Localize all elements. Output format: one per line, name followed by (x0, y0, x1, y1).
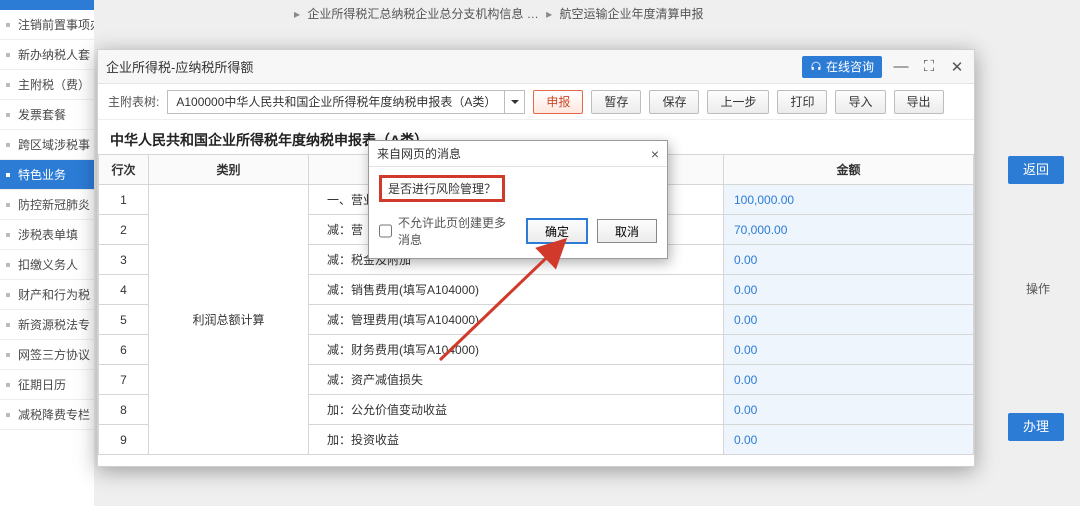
import-button[interactable]: 导入 (835, 90, 885, 114)
sidebar-item-12[interactable]: 征期日历 (0, 370, 94, 400)
suppress-checkbox[interactable]: 不允许此页创建更多消息 (379, 214, 517, 248)
amount-cell[interactable]: 0.00 (724, 305, 974, 335)
amount-cell[interactable]: 100,000.00 (724, 185, 974, 215)
col-header-category: 类别 (149, 155, 309, 185)
breadcrumb-b[interactable]: 航空运输企业年度清算申报 (559, 7, 703, 21)
confirm-dialog: 来自网页的消息 × 是否进行风险管理？ 不允许此页创建更多消息 确定 取消 (368, 140, 668, 259)
stash-button[interactable]: 暂存 (591, 90, 641, 114)
sidebar-item-3[interactable]: 发票套餐 (0, 100, 94, 130)
close-icon[interactable]: ✕ (948, 58, 966, 76)
modal-toolbar: 主附表树: A100000中华人民共和国企业所得税年度纳税申报表（A类） 申报 … (98, 84, 974, 120)
close-icon[interactable]: × (651, 141, 659, 166)
app-root: 注销前置事项办理套餐 新办纳税人套 主附税（费） 发票套餐 跨区域涉税事 特色业… (0, 0, 1080, 506)
suppress-checkbox-input[interactable] (379, 224, 392, 238)
amount-cell[interactable]: 0.00 (724, 275, 974, 305)
sidebar-header-strip (0, 0, 94, 10)
sidebar: 注销前置事项办理套餐 新办纳税人套 主附税（费） 发票套餐 跨区域涉税事 特色业… (0, 0, 94, 506)
headset-icon (810, 61, 822, 73)
sidebar-item-9[interactable]: 财产和行为税 (0, 280, 94, 310)
sidebar-item-1[interactable]: 新办纳税人套 (0, 40, 94, 70)
online-chat-button[interactable]: 在线咨询 (802, 56, 882, 78)
modal-titlebar: 企业所得税-应纳税所得额 在线咨询 — ⛶ ✕ (98, 50, 974, 84)
col-header-amount: 金额 (724, 155, 974, 185)
breadcrumb-a[interactable]: 企业所得税汇总纳税企业总分支机构信息 … (307, 7, 538, 21)
action-header: 操作 (1008, 280, 1068, 297)
amount-cell[interactable]: 0.00 (724, 245, 974, 275)
sidebar-item-8[interactable]: 扣缴义务人 (0, 250, 94, 280)
minimize-icon[interactable]: — (892, 58, 910, 76)
amount-cell[interactable]: 70,000.00 (724, 215, 974, 245)
sidebar-item-13[interactable]: 减税降费专栏 (0, 400, 94, 430)
tree-select[interactable]: A100000中华人民共和国企业所得税年度纳税申报表（A类） (167, 90, 525, 114)
online-chat-label: 在线咨询 (826, 56, 874, 78)
amount-cell[interactable]: 0.00 (724, 395, 974, 425)
amount-cell[interactable]: 0.00 (724, 335, 974, 365)
amount-cell[interactable]: 0.00 (724, 425, 974, 455)
tree-label: 主附表树: (108, 93, 159, 110)
chevron-down-icon (504, 91, 524, 113)
sidebar-item-0[interactable]: 注销前置事项办理套餐 (0, 10, 94, 40)
sidebar-item-11[interactable]: 网签三方协议 (0, 340, 94, 370)
category-cell: 利润总额计算 (149, 185, 309, 455)
export-button[interactable]: 导出 (894, 90, 944, 114)
sidebar-item-2[interactable]: 主附税（费） (0, 70, 94, 100)
ok-button[interactable]: 确定 (527, 219, 587, 243)
maximize-icon[interactable]: ⛶ (920, 58, 938, 76)
back-button[interactable]: 返回 (1008, 156, 1064, 184)
apply-button[interactable]: 申报 (533, 90, 583, 114)
sidebar-item-7[interactable]: 涉税表单填 (0, 220, 94, 250)
modal-title: 企业所得税-应纳税所得额 (106, 57, 253, 76)
amount-cell[interactable]: 0.00 (724, 365, 974, 395)
sidebar-item-6[interactable]: 防控新冠肺炎 (0, 190, 94, 220)
prev-step-button[interactable]: 上一步 (707, 90, 769, 114)
print-button[interactable]: 打印 (777, 90, 827, 114)
right-actions: 返回 操作 办理 (1008, 156, 1068, 441)
handle-button[interactable]: 办理 (1008, 413, 1064, 441)
breadcrumb: ▸ 企业所得税汇总纳税企业总分支机构信息 … ▸ 航空运输企业年度清算申报 (280, 0, 1080, 24)
confirm-dialog-message: 是否进行风险管理？ (379, 175, 505, 202)
save-button[interactable]: 保存 (649, 90, 699, 114)
chevron-right-icon: ▸ (546, 7, 552, 21)
sidebar-item-4[interactable]: 跨区域涉税事 (0, 130, 94, 160)
cancel-button[interactable]: 取消 (597, 219, 657, 243)
col-header-row: 行次 (99, 155, 149, 185)
sidebar-item-5[interactable]: 特色业务 (0, 160, 94, 190)
confirm-dialog-title: 来自网页的消息 × (369, 141, 667, 167)
tree-select-value: A100000中华人民共和国企业所得税年度纳税申报表（A类） (168, 93, 504, 110)
sidebar-item-10[interactable]: 新资源税法专 (0, 310, 94, 340)
chevron-right-icon: ▸ (294, 7, 300, 21)
